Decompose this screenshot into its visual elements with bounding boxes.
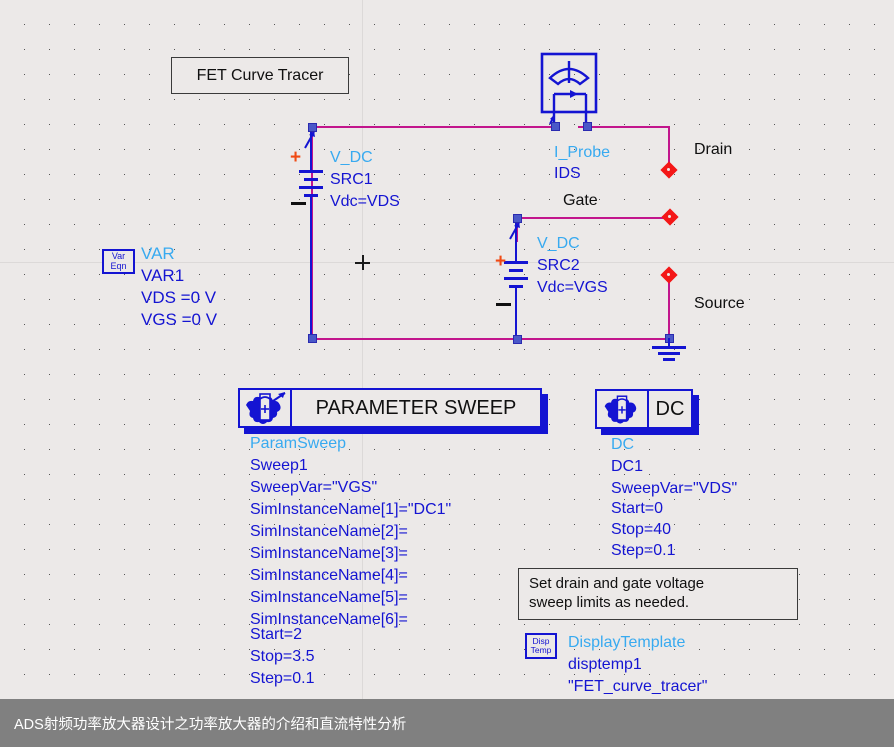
src2-minus-sign — [496, 303, 511, 306]
src1-minus-sign — [291, 202, 306, 205]
wire-drain-top-left[interactable] — [311, 126, 553, 128]
param-sweep-param-4: SimInstanceName[4]= — [250, 567, 408, 584]
src1-type-label: V_DC — [330, 149, 373, 166]
display-template-type-label: DisplayTemplate — [568, 634, 686, 651]
display-template-param-label: "FET_curve_tracer" — [568, 678, 708, 695]
dc-sim-icon — [597, 391, 649, 427]
display-template-icon-line2: Temp — [530, 645, 552, 655]
port-drain-marker[interactable] — [660, 161, 678, 179]
title-text-box-label: FET Curve Tracer — [196, 66, 324, 84]
var-param-vds: VDS =0 V — [141, 288, 217, 307]
src2-symbol[interactable] — [504, 214, 535, 344]
param-sweep-step: Step=0.1 — [250, 670, 315, 687]
wire-gate-right[interactable] — [516, 217, 671, 219]
src2-plus-sign: + — [495, 251, 507, 272]
src1-instance-label: SRC1 — [330, 171, 373, 188]
param-sweep-stop: Stop=3.5 — [250, 648, 315, 665]
parameter-sweep-icon — [240, 390, 292, 426]
var-eqn-icon[interactable]: Var Eqn — [102, 249, 135, 274]
dc-simulation-block[interactable]: DC — [595, 389, 699, 435]
var-eqn-icon-line2: Eqn — [110, 260, 127, 271]
title-text-box[interactable]: FET Curve Tracer — [171, 57, 349, 94]
dc-sim-title: DC — [655, 397, 685, 420]
parameter-sweep-block[interactable]: PARAMETER SWEEP — [238, 388, 548, 434]
note-line-2: sweep limits as needed. — [529, 594, 690, 611]
param-sweep-param-1: SimInstanceName[1]="DC1" — [250, 501, 452, 518]
dc-param-stop: Stop=40 — [611, 521, 672, 538]
display-template-icon[interactable]: Disp Temp — [525, 633, 557, 659]
src1-plus-sign: + — [290, 147, 302, 168]
schematic-canvas[interactable]: FET Curve Tracer + V_DC SRC1 Vdc=VDS + V… — [0, 0, 894, 747]
port-source-label: Source — [694, 295, 745, 312]
dc-type-label: DC — [611, 436, 635, 453]
var-instance-label: VAR1 — [141, 266, 185, 285]
display-template-instance-label: disptemp1 — [568, 656, 642, 673]
var-param-vgs: VGS =0 V — [141, 310, 218, 329]
src2-type-label: V_DC — [537, 235, 580, 252]
dc-instance-label: DC1 — [611, 458, 644, 475]
port-source-marker[interactable] — [660, 266, 678, 284]
axis-vertical — [362, 0, 363, 747]
dc-param-start: Start=0 — [611, 500, 664, 517]
origin-crosshair — [355, 255, 370, 270]
iprobe-type-label: I_Probe — [554, 144, 611, 161]
param-sweep-instance-label: Sweep1 — [250, 457, 308, 474]
src1-param-label: Vdc=VDS — [330, 193, 400, 210]
parameter-sweep-title: PARAMETER SWEEP — [315, 396, 517, 419]
param-sweep-start: Start=2 — [250, 626, 303, 643]
param-sweep-param-5: SimInstanceName[5]= — [250, 589, 408, 606]
src2-param-label: Vdc=VGS — [537, 279, 608, 296]
ground-symbol[interactable] — [650, 334, 690, 364]
dc-param-sweepvar: SweepVar="VDS" — [611, 480, 738, 497]
var-type-label: VAR — [141, 244, 175, 263]
param-sweep-param-0: SweepVar="VGS" — [250, 479, 378, 496]
wire-bottom-rail[interactable] — [311, 338, 671, 340]
iprobe-symbol[interactable] — [540, 52, 600, 131]
param-sweep-param-3: SimInstanceName[3]= — [250, 545, 408, 562]
param-sweep-param-2: SimInstanceName[2]= — [250, 523, 408, 540]
ammeter-icon — [540, 52, 598, 125]
bottom-banner-text: ADS射频功率放大器设计之功率放大器的介绍和直流特性分析 — [14, 716, 407, 733]
wire-source-down[interactable] — [668, 275, 670, 339]
dc-param-step: Step=0.1 — [611, 542, 676, 559]
iprobe-instance-label: IDS — [554, 165, 581, 182]
port-drain-label: Drain — [694, 141, 733, 158]
src2-instance-label: SRC2 — [537, 257, 580, 274]
port-gate-marker[interactable] — [661, 208, 679, 226]
src1-symbol[interactable] — [299, 123, 330, 343]
port-gate-label: Gate — [563, 192, 598, 209]
note-line-1: Set drain and gate voltage — [529, 575, 705, 593]
bottom-banner: ADS射频功率放大器设计之功率放大器的介绍和直流特性分析 — [0, 699, 894, 747]
param-sweep-type-label: ParamSweep — [250, 435, 347, 452]
note-text-box[interactable]: Set drain and gate voltage sweep limits … — [518, 568, 798, 620]
